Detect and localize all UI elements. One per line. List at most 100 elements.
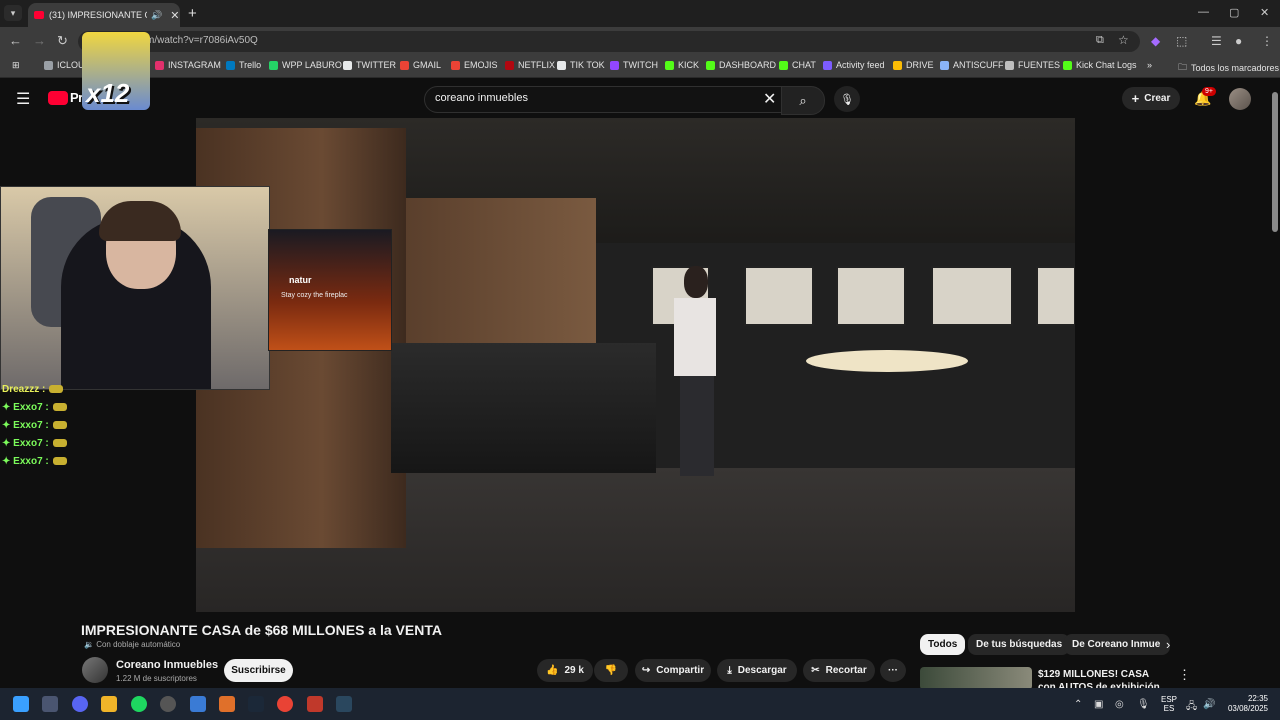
video-scene-artwork	[744, 266, 814, 326]
notepad-icon[interactable]	[190, 696, 206, 712]
bookmark-item[interactable]: Activity feed	[823, 60, 885, 70]
channel-avatar[interactable]	[82, 657, 108, 683]
dislike-button[interactable]: 👎	[594, 659, 628, 682]
app-icon[interactable]	[160, 696, 176, 712]
recommendation-menu-icon[interactable]: ⋮	[1178, 667, 1191, 683]
chat-message: Dreazzz :	[2, 384, 64, 395]
profile-icon[interactable]: ●	[1235, 34, 1242, 48]
channel-name[interactable]: Coreano Inmuebles	[116, 659, 218, 671]
chat-message: ✦ Exxo7 :	[2, 456, 67, 467]
new-tab-button[interactable]: +	[188, 5, 197, 22]
recommendation-title[interactable]: $129 MILLONES! CASA con AUTOS de exhibic…	[1038, 668, 1164, 690]
like-button[interactable]: 👍 29 k	[537, 659, 593, 682]
extensions-puzzle-icon[interactable]: ⬚	[1176, 34, 1187, 48]
bookmark-item[interactable]: Kick Chat Logs	[1063, 60, 1137, 70]
forward-arrow-icon[interactable]: →	[33, 33, 46, 48]
video-player[interactable]	[196, 118, 1075, 612]
clip-button[interactable]: ✂ Recortar	[803, 659, 875, 682]
steam-icon[interactable]	[248, 696, 264, 712]
bookmark-item[interactable]: INSTAGRAM	[155, 60, 221, 70]
recommendation-thumbnail[interactable]	[920, 667, 1032, 690]
steam-icon[interactable]	[336, 696, 352, 712]
tray-mic-icon[interactable]: 🎙	[1137, 699, 1150, 710]
bookmark-favicon-icon	[400, 60, 409, 70]
browser-menu-icon[interactable]: ⋮	[1261, 34, 1273, 48]
bookmark-label: Kick Chat Logs	[1076, 60, 1137, 70]
bookmark-item[interactable]: Trello	[226, 60, 261, 70]
all-bookmarks-folder[interactable]: 🗀 Todos los marcadores	[1178, 60, 1279, 76]
apps-grid-icon[interactable]: ⊞	[12, 60, 20, 71]
bookmark-favicon-icon	[505, 60, 514, 70]
network-icon[interactable]: 🖧	[1186, 699, 1197, 716]
clear-search-icon[interactable]: ✕	[763, 89, 776, 109]
create-button[interactable]: + Crear	[1122, 87, 1180, 110]
bookmark-item[interactable]: TWITCH	[610, 60, 658, 70]
obs-record-icon[interactable]	[307, 696, 323, 712]
maximize-button[interactable]: ▢	[1229, 6, 1239, 19]
bookmark-item[interactable]: EMOJIS	[451, 60, 498, 70]
chrome-icon[interactable]	[277, 696, 293, 712]
tray-app-icon[interactable]: ◎	[1115, 699, 1124, 710]
page-scrollbar[interactable]	[1270, 78, 1280, 688]
search-input[interactable]: coreano inmuebles ✕	[424, 86, 790, 113]
tray-expand-icon[interactable]: ⌃	[1074, 699, 1082, 710]
reading-list-icon[interactable]: ☰	[1211, 34, 1222, 48]
close-window-button[interactable]: ✕	[1260, 6, 1269, 19]
windows-start-icon[interactable]	[13, 696, 29, 712]
reload-icon[interactable]: ↻	[57, 33, 68, 49]
tab-active[interactable]: (31) IMPRESIONANTE CASA 🔊 ✕	[28, 3, 180, 27]
bookmark-label: EMOJIS	[464, 60, 498, 70]
bookmark-item[interactable]: GMAIL	[400, 60, 441, 70]
task-view-icon[interactable]	[42, 696, 58, 712]
bookmark-item[interactable]: ANTISCUFF	[940, 60, 1004, 70]
extension-icon[interactable]: ◆	[1151, 34, 1160, 48]
volume-icon[interactable]: 🔊	[1203, 699, 1215, 710]
bookmark-label: INSTAGRAM	[168, 60, 221, 70]
bookmark-label: KICK	[678, 60, 700, 70]
youtube-logo-icon[interactable]	[48, 91, 68, 105]
scrollbar-thumb[interactable]	[1272, 92, 1278, 232]
bookmark-item[interactable]: CHAT	[779, 60, 816, 70]
chevron-right-icon[interactable]: ›	[1166, 637, 1170, 652]
bookmark-favicon-icon	[1005, 60, 1014, 70]
speaker-icon[interactable]: 🔊	[151, 10, 162, 21]
bookmark-label: GMAIL	[413, 60, 442, 70]
download-button[interactable]: ⤓ Descargar	[717, 659, 797, 682]
bookmark-item[interactable]: NETFLIX	[505, 60, 555, 70]
minimize-button[interactable]: —	[1198, 6, 1209, 18]
back-arrow-icon[interactable]: ←	[9, 33, 22, 48]
spotify-icon[interactable]	[131, 696, 147, 712]
bookmark-item[interactable]: FUENTES	[1005, 60, 1060, 70]
video-scene-artwork	[1036, 266, 1075, 326]
bookmark-item[interactable]: KICK	[665, 60, 699, 70]
chip-all[interactable]: Todos	[920, 634, 966, 655]
install-app-icon[interactable]: ⧉	[1096, 34, 1104, 47]
microphone-icon[interactable]: 🎙	[834, 86, 860, 112]
taskbar-clock[interactable]: 22:35 03/08/2025	[1225, 694, 1268, 714]
tab-close-icon[interactable]: ✕	[170, 9, 179, 22]
discord-icon[interactable]	[72, 696, 88, 712]
chip-from-searches[interactable]: De tus búsquedas	[968, 634, 1071, 655]
app-icon[interactable]	[219, 696, 235, 712]
more-actions-button[interactable]: ···	[880, 659, 906, 682]
bookmark-item[interactable]: TIK TOK	[557, 60, 605, 70]
bookmark-item[interactable]: DRIVE	[893, 60, 934, 70]
share-button[interactable]: ↪ Compartir	[635, 659, 711, 682]
tab-search-button[interactable]: ▾	[4, 5, 22, 21]
bookmark-star-icon[interactable]: ☆	[1118, 33, 1129, 47]
language-indicator[interactable]: ESP ES	[1161, 695, 1177, 713]
menu-icon[interactable]: ☰	[16, 89, 30, 109]
bookmark-item[interactable]: WPP LABURO	[269, 60, 342, 70]
bookmarks-overflow-button[interactable]: »	[1147, 60, 1152, 70]
video-scene-dining-table	[806, 350, 968, 372]
file-explorer-icon[interactable]	[101, 696, 117, 712]
chip-from-channel[interactable]: De Coreano Inmue	[1064, 634, 1170, 655]
bookmark-item[interactable]: DASHBOARD	[706, 60, 776, 70]
search-icon[interactable]: ⌕	[781, 86, 825, 115]
tray-app-icon[interactable]: ▣	[1094, 699, 1103, 710]
user-avatar[interactable]	[1229, 88, 1251, 110]
chat-message: ✦ Exxo7 :	[2, 420, 67, 431]
address-bar[interactable]: m/watch?v=r7086iAv50Q ⧉ ☆	[78, 31, 1140, 52]
subscribe-button[interactable]: Suscribirse	[224, 659, 293, 682]
bookmark-item[interactable]: TWITTER	[343, 60, 396, 70]
